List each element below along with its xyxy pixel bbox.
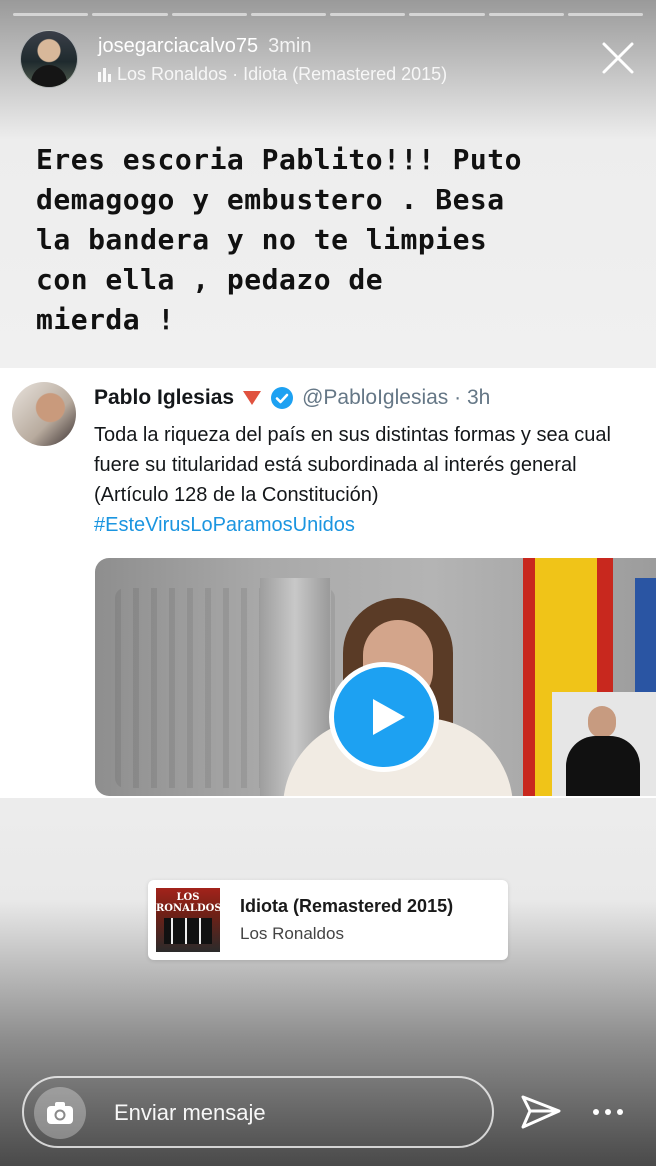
user-avatar[interactable]	[20, 30, 78, 88]
progress-segment	[567, 13, 643, 16]
embedded-tweet[interactable]: Pablo Iglesias @PabloIglesias · 3h Toda …	[0, 368, 656, 798]
username-text[interactable]: josegarciacalvo75	[98, 35, 258, 57]
tweet-author-avatar	[12, 382, 76, 446]
more-button[interactable]	[588, 1098, 628, 1126]
tweet-header: Pablo Iglesias @PabloIglesias · 3h	[94, 386, 490, 410]
progress-segment	[171, 13, 247, 16]
music-sticker[interactable]: LOS RONALDOS Idiota (Remastered 2015) Lo…	[148, 880, 508, 960]
verified-badge-icon	[271, 387, 294, 409]
story-footer: Enviar mensaje	[0, 1076, 656, 1166]
story-header: josegarciacalvo75 3min Los Ronaldos · Idi…	[20, 30, 636, 88]
message-placeholder: Enviar mensaje	[114, 1100, 266, 1125]
tweet-text: Toda la riqueza del país en sus distinta…	[94, 424, 611, 506]
progress-segment	[409, 13, 485, 16]
message-input[interactable]: Enviar mensaje	[22, 1076, 494, 1148]
tweet-hashtag[interactable]: #EsteVirusLoParamosUnidos	[94, 510, 646, 540]
music-bars-icon	[98, 67, 111, 82]
album-logo: LOS RONALDOS	[156, 892, 220, 914]
username[interactable]: josegarciacalvo75 3min	[98, 35, 311, 58]
red-triangle-icon	[243, 391, 262, 405]
tweet-video[interactable]	[95, 558, 656, 796]
progress-segment	[92, 13, 168, 16]
close-icon[interactable]	[600, 40, 636, 76]
send-button[interactable]	[520, 1091, 562, 1133]
camera-icon	[47, 1102, 73, 1124]
send-icon	[521, 1095, 561, 1129]
music-attribution[interactable]: Los Ronaldos · Idiota (Remastered 2015)	[98, 64, 447, 85]
play-button[interactable]	[329, 662, 439, 772]
story-progress-bar	[13, 13, 643, 16]
sign-language-interpreter	[552, 692, 656, 796]
progress-segment	[488, 13, 564, 16]
song-artist: Los Ronaldos	[240, 924, 344, 943]
post-time: 3min	[268, 35, 312, 57]
progress-segment	[13, 13, 89, 16]
progress-segment	[330, 13, 406, 16]
tweet-handle-time: @PabloIglesias · 3h	[302, 386, 491, 409]
play-icon	[373, 699, 405, 735]
music-attribution-text[interactable]: Los Ronaldos · Idiota (Remastered 2015)	[117, 64, 447, 85]
album-cover: LOS RONALDOS	[156, 888, 220, 952]
tweet-body: Toda la riqueza del país en sus distinta…	[94, 420, 646, 540]
more-icon	[593, 1109, 623, 1115]
story-caption: Eres escoria Pablito!!! Puto demagogo y …	[36, 143, 523, 336]
camera-button[interactable]	[34, 1087, 86, 1139]
progress-segment	[250, 13, 326, 16]
tweet-author-name: Pablo Iglesias	[94, 386, 235, 409]
song-title: Idiota (Remastered 2015)	[240, 896, 454, 916]
